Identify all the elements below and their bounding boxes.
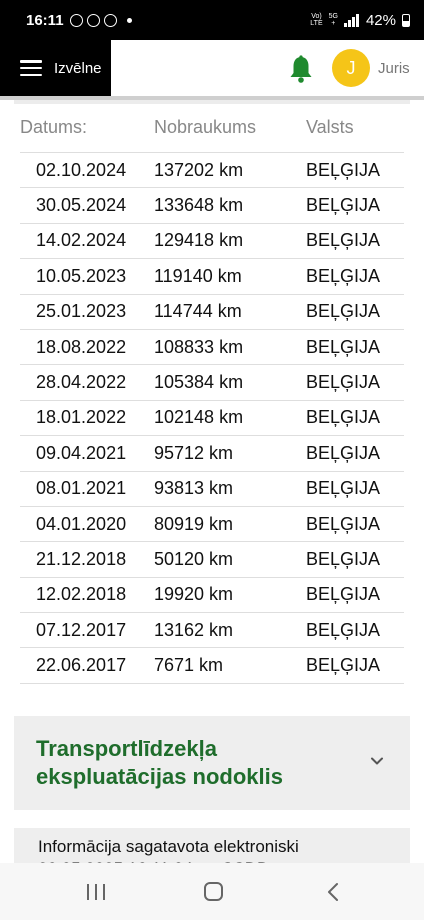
recents-icon[interactable] <box>87 884 105 900</box>
row-country: BEĻĢIJA <box>306 301 381 322</box>
volte-icon: Vo) LTE <box>310 13 323 27</box>
mileage-table: Datums: Nobraukums Valsts 02.10.2024 1372… <box>20 117 404 684</box>
home-icon[interactable] <box>204 882 223 901</box>
row-country: BEĻĢIJA <box>306 407 381 428</box>
row-date: 22.06.2017 <box>36 655 127 676</box>
battery-percent: 42% <box>365 11 396 29</box>
row-mileage: 95712 km <box>154 442 234 463</box>
chrome-icon <box>103 13 117 27</box>
row-mileage: 102148 km <box>154 407 244 428</box>
table-body: 02.10.2024 137202 km BEĻĢIJA 30.05.2024 1336… <box>20 153 404 684</box>
tax-section-title: Transportlīdzekļa ekspluatācijas nodokli… <box>36 736 283 789</box>
column-header-date: Datums: <box>20 117 88 137</box>
menu-label: Izvēlne <box>54 59 102 77</box>
table-row: 12.02.2018 19920 km BEĻĢIJA <box>20 578 404 614</box>
table-row: 18.08.2022 108833 km BEĻĢIJA <box>20 330 404 366</box>
row-mileage: 93813 km <box>154 478 234 499</box>
row-mileage: 133648 km <box>154 195 244 216</box>
row-country: BEĻĢIJA <box>306 230 381 251</box>
table-header: Datums: Nobraukums Valsts <box>20 117 404 153</box>
row-date: 02.10.2024 <box>36 159 127 180</box>
row-country: BEĻĢIJA <box>306 372 381 393</box>
row-date: 18.01.2022 <box>36 407 127 428</box>
row-mileage: 13162 km <box>154 619 234 640</box>
table-row: 30.05.2024 133648 km BEĻĢIJA <box>20 188 404 224</box>
5g-icon: 5G + <box>328 13 338 27</box>
table-row: 08.01.2021 93813 km BEĻĢIJA <box>20 472 404 507</box>
chevron-down-icon[interactable] <box>370 754 384 768</box>
row-date: 30.05.2024 <box>36 195 127 216</box>
row-date: 04.01.2020 <box>36 513 127 534</box>
row-mileage: 7671 km <box>154 655 224 676</box>
hamburger-icon <box>20 60 42 76</box>
row-date: 25.01.2023 <box>36 301 127 322</box>
table-row: 04.01.2020 80919 km BEĻĢIJA <box>20 507 404 543</box>
row-mileage: 137202 km <box>154 159 244 180</box>
table-row: 28.04.2022 105384 km BEĻĢIJA <box>20 365 404 401</box>
signal-icon <box>343 13 360 27</box>
table-row: 09.04.2021 95712 km BEĻĢIJA <box>20 436 404 472</box>
row-country: BEĻĢIJA <box>306 159 381 180</box>
app-header: Izvēlne J Juris <box>0 40 424 96</box>
row-mileage: 108833 km <box>154 336 244 357</box>
back-icon[interactable] <box>326 882 340 902</box>
row-country: BEĻĢIJA <box>306 336 381 357</box>
status-bar: 16:11 Vo) LTE 5G + 42% <box>0 0 424 40</box>
screen: 16:11 Vo) LTE 5G + 42% Izvēlne J Juris D… <box>0 0 424 920</box>
row-mileage: 50120 km <box>154 548 234 569</box>
row-country: BEĻĢIJA <box>306 442 381 463</box>
row-country: BEĻĢIJA <box>306 265 381 286</box>
column-header-mileage: Nobraukums <box>154 117 257 137</box>
row-mileage: 19920 km <box>154 584 234 605</box>
user-name[interactable]: Juris <box>378 60 410 77</box>
table-row: 10.05.2023 119140 km BEĻĢIJA <box>20 259 404 295</box>
row-country: BEĻĢIJA <box>306 655 381 676</box>
table-row: 14.02.2024 129418 km BEĻĢIJA <box>20 224 404 260</box>
row-date: 21.12.2018 <box>36 548 127 569</box>
row-mileage: 114744 km <box>154 301 242 322</box>
menu-button[interactable]: Izvēlne <box>0 40 111 96</box>
row-date: 18.08.2022 <box>36 336 127 357</box>
row-date: 07.12.2017 <box>36 619 127 640</box>
table-row: 18.01.2022 102148 km BEĻĢIJA <box>20 401 404 437</box>
row-country: BEĻĢIJA <box>306 513 381 534</box>
row-date: 14.02.2024 <box>36 230 127 251</box>
row-mileage: 119140 km <box>154 265 242 286</box>
more-notifications-icon <box>126 17 132 23</box>
row-mileage: 105384 km <box>154 372 244 393</box>
info-box: Informācija sagatavota elektroniski 20.0… <box>14 828 410 868</box>
table-row: 22.06.2017 7671 km BEĻĢIJA <box>20 648 404 684</box>
info-line-1: Informācija sagatavota elektroniski <box>38 837 299 856</box>
whatsapp-icon <box>69 13 83 27</box>
table-row: 21.12.2018 50120 km BEĻĢIJA <box>20 542 404 578</box>
previous-card-edge <box>14 100 410 104</box>
row-country: BEĻĢIJA <box>306 548 381 569</box>
chat-icon <box>86 13 100 27</box>
row-date: 09.04.2021 <box>36 442 127 463</box>
row-date: 10.05.2023 <box>36 265 127 286</box>
row-mileage: 129418 km <box>154 230 244 251</box>
row-mileage: 80919 km <box>154 513 234 534</box>
row-date: 28.04.2022 <box>36 372 127 393</box>
battery-icon <box>402 13 410 27</box>
system-nav-bar <box>0 863 424 920</box>
row-country: BEĻĢIJA <box>306 619 381 640</box>
status-time: 16:11 <box>26 11 64 29</box>
bell-icon[interactable] <box>289 55 313 83</box>
table-row: 02.10.2024 137202 km BEĻĢIJA <box>20 153 404 189</box>
row-country: BEĻĢIJA <box>306 195 381 216</box>
row-country: BEĻĢIJA <box>306 478 381 499</box>
table-row: 07.12.2017 13162 km BEĻĢIJA <box>20 613 404 649</box>
row-date: 12.02.2018 <box>36 584 127 605</box>
row-date: 08.01.2021 <box>36 478 127 499</box>
tax-section-card[interactable]: Transportlīdzekļa ekspluatācijas nodokli… <box>14 716 410 810</box>
avatar[interactable]: J <box>332 49 370 87</box>
column-header-country: Valsts <box>306 117 354 137</box>
row-country: BEĻĢIJA <box>306 584 381 605</box>
table-row: 25.01.2023 114744 km BEĻĢIJA <box>20 295 404 330</box>
